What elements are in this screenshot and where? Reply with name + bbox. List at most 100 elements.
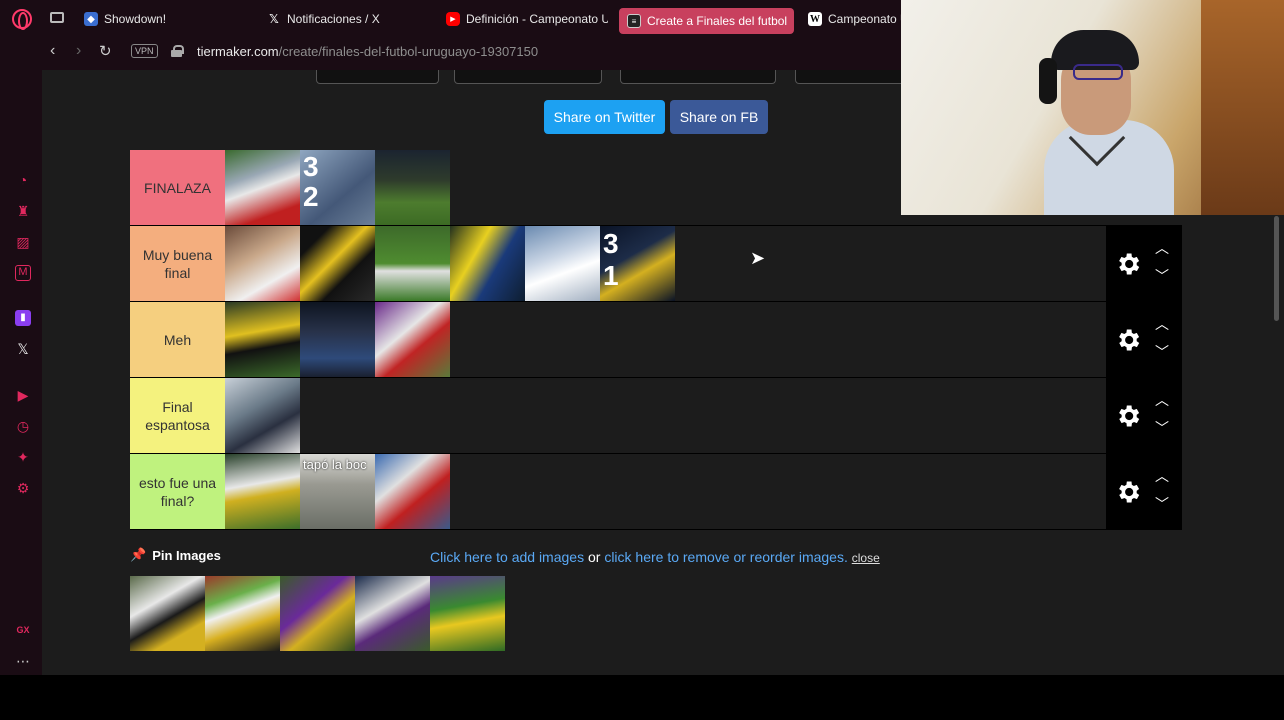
tier-settings-gear-icon[interactable] xyxy=(1114,402,1142,430)
tab-create-finales[interactable]: ≡ Create a Finales del futbol xyxy=(619,8,794,34)
tier-controls-row: ︿ ﹀ xyxy=(1106,302,1182,377)
address-bar[interactable]: tiermaker.com/create/finales-del-futbol-… xyxy=(197,44,538,59)
move-down-chevron-icon[interactable]: ﹀ xyxy=(1152,418,1172,438)
tab-definicion[interactable]: ▶ Definición - Campeonato U xyxy=(438,5,608,33)
vpn-badge[interactable]: VPN xyxy=(131,44,158,58)
pool-image[interactable] xyxy=(430,576,505,651)
pool-image[interactable] xyxy=(130,576,205,651)
webcam-overlay xyxy=(901,0,1284,215)
tab-notificaciones[interactable]: 𝕏 Notificaciones / X xyxy=(259,5,429,33)
messenger-icon[interactable]: M xyxy=(15,265,31,281)
pool-image[interactable] xyxy=(205,576,280,651)
pool-image[interactable] xyxy=(355,576,430,651)
tier-controls-row: ︿ ﹀ xyxy=(1106,378,1182,453)
tier-label[interactable]: Meh xyxy=(130,302,225,377)
tier-image[interactable] xyxy=(225,302,300,377)
tier-settings-gear-icon[interactable] xyxy=(1114,478,1142,506)
glasses-icon xyxy=(1073,64,1123,80)
tier-image[interactable]: tapó la boc xyxy=(300,454,375,529)
tier-image[interactable] xyxy=(375,226,450,301)
move-up-chevron-icon[interactable]: ︿ xyxy=(1152,238,1172,258)
score-overlay: 32 xyxy=(303,151,319,212)
tier-image[interactable] xyxy=(450,226,525,301)
close-link[interactable]: close xyxy=(852,551,880,565)
share-twitter-button[interactable]: Share on Twitter xyxy=(544,100,665,134)
image-actions: Click here to add images or click here t… xyxy=(430,549,880,565)
tab-label: Showdown! xyxy=(104,12,167,26)
more-icon[interactable]: ⋯ xyxy=(15,653,31,669)
back-button[interactable]: ‹ xyxy=(50,42,55,60)
browser-sidebar: ◔ ♜ ▨ M ▮ 𝕏 ▶ ◷ ✦ ⚙ GX ⋯ xyxy=(0,70,42,675)
workspaces-icon[interactable]: ▨ xyxy=(15,234,31,250)
tier-image[interactable]: 31 xyxy=(600,226,675,301)
tier-items: 32 xyxy=(225,150,450,225)
tier-image[interactable]: 32 xyxy=(300,150,375,225)
score-overlay: 31 xyxy=(603,228,619,291)
tier-items xyxy=(225,302,450,377)
tiermaker-icon: ≡ xyxy=(627,14,641,28)
tier-row: Muy buena final 31 ➤ xyxy=(130,226,1182,302)
move-up-chevron-icon[interactable]: ︿ xyxy=(1152,314,1172,334)
x-sidebar-icon[interactable]: 𝕏 xyxy=(15,341,31,357)
pin-images-toggle[interactable]: 📌 Pin Images xyxy=(130,547,221,563)
page-scrollbar[interactable] xyxy=(1274,216,1279,321)
move-up-chevron-icon[interactable]: ︿ xyxy=(1152,390,1172,410)
tab-label: Campeonato U xyxy=(828,12,901,26)
tier-controls-row: ︿ ﹀ xyxy=(1106,226,1182,301)
move-down-chevron-icon[interactable]: ﹀ xyxy=(1152,494,1172,514)
toolbar-button-partial[interactable] xyxy=(795,70,905,84)
wooden-cabinet xyxy=(1201,0,1284,215)
tier-image[interactable] xyxy=(525,226,600,301)
pin-images-label: Pin Images xyxy=(152,547,221,563)
share-fb-button[interactable]: Share on FB xyxy=(670,100,768,134)
move-up-chevron-icon[interactable]: ︿ xyxy=(1152,466,1172,486)
tab-islands-icon[interactable] xyxy=(50,12,64,23)
tab-showdown[interactable]: ◆ Showdown! xyxy=(76,5,236,33)
tier-image[interactable] xyxy=(375,454,450,529)
extensions-icon[interactable]: ✦ xyxy=(15,449,31,465)
tier-image[interactable] xyxy=(300,226,375,301)
toolbar-button-partial[interactable] xyxy=(316,70,439,84)
x-icon: 𝕏 xyxy=(269,12,279,26)
tier-image[interactable] xyxy=(225,454,300,529)
remove-reorder-link[interactable]: click here to remove or reorder images. xyxy=(604,549,848,565)
speed-dial-icon[interactable]: ◔ xyxy=(15,172,31,188)
move-down-chevron-icon[interactable]: ﹀ xyxy=(1152,342,1172,362)
history-icon[interactable]: ◷ xyxy=(15,418,31,434)
image-pool xyxy=(130,576,505,651)
tier-settings-gear-icon[interactable] xyxy=(1114,250,1142,278)
tier-image[interactable] xyxy=(225,378,300,453)
tab-campeonato[interactable]: W Campeonato U xyxy=(800,5,901,33)
lock-icon[interactable] xyxy=(171,45,184,57)
aria-icon[interactable]: ♜ xyxy=(15,203,31,219)
forward-button[interactable]: › xyxy=(76,42,81,60)
tier-settings-gear-icon[interactable] xyxy=(1114,326,1142,354)
twitch-icon[interactable]: ▮ xyxy=(15,310,31,326)
toolbar-button-partial[interactable] xyxy=(454,70,602,84)
player-icon[interactable]: ▶ xyxy=(15,387,31,403)
tier-image[interactable] xyxy=(375,150,450,225)
move-down-chevron-icon[interactable]: ﹀ xyxy=(1152,266,1172,286)
tab-label: Create a Finales del futbol xyxy=(647,14,788,28)
pool-image[interactable] xyxy=(280,576,355,651)
toolbar-button-partial[interactable] xyxy=(620,70,776,84)
opera-logo-icon[interactable] xyxy=(12,9,32,30)
tier-label[interactable]: Final espantosa xyxy=(130,378,225,453)
tier-image[interactable] xyxy=(225,226,300,301)
tab-label: Notificaciones / X xyxy=(287,12,380,26)
tier-items: 31 xyxy=(225,226,675,301)
tier-label[interactable]: FINALAZA xyxy=(130,150,225,225)
add-images-link[interactable]: Click here to add images xyxy=(430,549,584,565)
youtube-icon: ▶ xyxy=(446,12,460,26)
tier-image[interactable] xyxy=(375,302,450,377)
gx-corner-icon[interactable]: GX xyxy=(15,622,31,638)
tier-label[interactable]: Muy buena final xyxy=(130,226,225,301)
settings-icon[interactable]: ⚙ xyxy=(15,480,31,496)
tier-label[interactable]: esto fue una final? xyxy=(130,454,225,529)
showdown-icon: ◆ xyxy=(84,12,98,26)
url-path: /create/finales-del-futbol-uruguayo-1930… xyxy=(278,44,539,59)
tier-image[interactable] xyxy=(225,150,300,225)
reload-button[interactable]: ↻ xyxy=(99,42,112,60)
tier-image[interactable] xyxy=(300,302,375,377)
url-host: tiermaker.com xyxy=(197,44,279,59)
